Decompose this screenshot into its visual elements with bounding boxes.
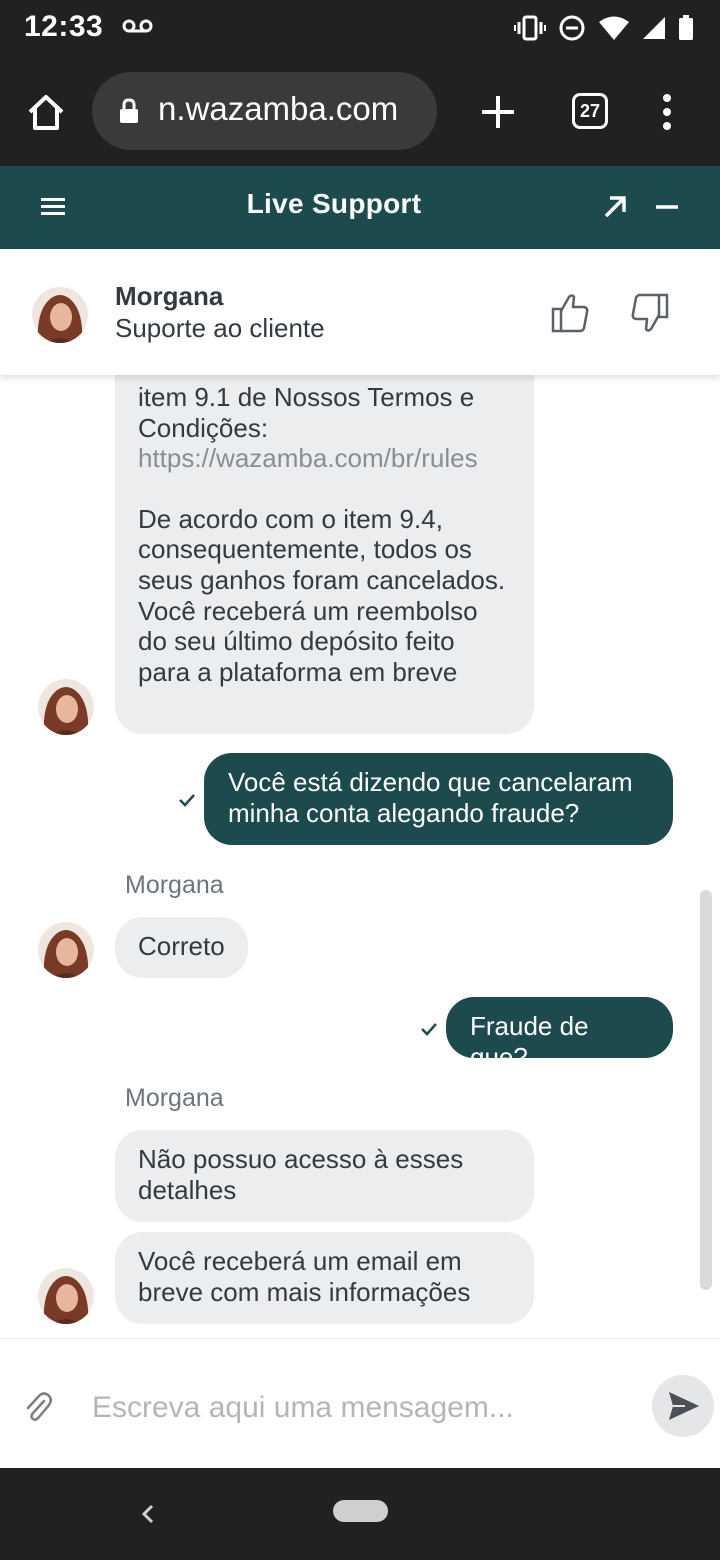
agent-avatar [38, 922, 94, 978]
send-button[interactable] [652, 1375, 714, 1437]
message-text: Não possuo acesso à esses detalhes [138, 1144, 464, 1205]
agent-info-bar: Morgana Suporte ao cliente [0, 249, 720, 375]
voicemail-icon [122, 18, 154, 39]
message-composer [0, 1338, 720, 1468]
agent-role: Suporte ao cliente [115, 313, 325, 343]
expand-button[interactable] [598, 190, 632, 224]
message-input[interactable] [92, 1384, 632, 1432]
message-text: Você está dizendo que cancelaram minha c… [228, 767, 633, 828]
signal-icon [642, 16, 666, 45]
thumbs-down-icon [631, 293, 669, 332]
agent-avatar [32, 287, 88, 343]
thumbs-up-icon [551, 294, 589, 333]
back-chevron-icon [141, 1504, 154, 1524]
sent-check-icon [421, 1022, 437, 1036]
user-message-bubble: Fraude de que? [446, 997, 673, 1072]
tab-switcher-button[interactable]: 27 [572, 93, 608, 129]
expand-arrow-icon [604, 196, 626, 218]
vibrate-icon [514, 15, 546, 46]
new-tab-button[interactable] [478, 92, 518, 132]
rules-link[interactable]: https://wazamba.com/br/rules [138, 443, 511, 474]
send-icon [669, 1392, 699, 1420]
url-text: n.wazamba.com [158, 90, 399, 127]
minimize-button[interactable] [650, 190, 684, 224]
message-text: item 9.1 de Nossos Termos e Condições: [138, 382, 475, 443]
browser-menu-button[interactable] [652, 92, 682, 132]
agent-message-bubble: Você receberá um email em breve com mais… [115, 1232, 534, 1324]
sent-check-icon [179, 793, 195, 807]
wifi-icon [598, 15, 630, 46]
paperclip-icon [26, 1392, 52, 1421]
status-time: 12:33 [24, 10, 104, 43]
message-list[interactable]: item 9.1 de Nossos Termos e Condições: h… [0, 375, 720, 1338]
message-text: Correto [138, 931, 225, 961]
agent-avatar [38, 679, 94, 735]
messages-scrollbar[interactable] [700, 890, 712, 1290]
agent-message-bubble: item 9.1 de Nossos Termos e Condições: h… [115, 375, 534, 734]
status-bar: 12:33 [0, 0, 720, 62]
nav-home-pill[interactable] [333, 1500, 388, 1522]
sender-name: Morgana [125, 1084, 224, 1112]
status-icons [514, 14, 694, 47]
home-button[interactable] [24, 90, 68, 134]
browser-toolbar: n.wazamba.com 27 [0, 62, 720, 166]
do-not-disturb-icon [558, 14, 586, 47]
message-text: Você receberá um email em breve com mais… [138, 1246, 471, 1307]
plus-icon [482, 96, 514, 128]
agent-message-bubble: Não possuo acesso à esses detalhes [115, 1130, 534, 1222]
agent-message-bubble: Correto [115, 917, 248, 978]
agent-avatar [38, 1268, 94, 1324]
sender-name: Morgana [125, 871, 224, 899]
agent-name: Morgana [115, 281, 224, 311]
message-text: Fraude de que? [470, 1011, 589, 1072]
attach-button[interactable] [24, 1389, 52, 1423]
thumbs-up-button[interactable] [550, 291, 590, 335]
more-vert-icon [663, 94, 671, 130]
battery-icon [678, 15, 694, 46]
system-nav-bar [0, 1468, 720, 1560]
minimize-icon [656, 205, 678, 209]
home-icon [28, 95, 64, 130]
address-bar[interactable]: n.wazamba.com [92, 72, 437, 150]
message-text: De acordo com o item 9.4, consequentemen… [138, 503, 506, 687]
user-message-bubble: Você está dizendo que cancelaram minha c… [204, 753, 673, 845]
chat-title: Live Support [246, 188, 422, 219]
lock-icon [118, 98, 140, 129]
thumbs-down-button[interactable] [630, 291, 670, 335]
nav-back-button[interactable] [136, 1498, 160, 1530]
chat-header: Live Support [0, 166, 720, 249]
